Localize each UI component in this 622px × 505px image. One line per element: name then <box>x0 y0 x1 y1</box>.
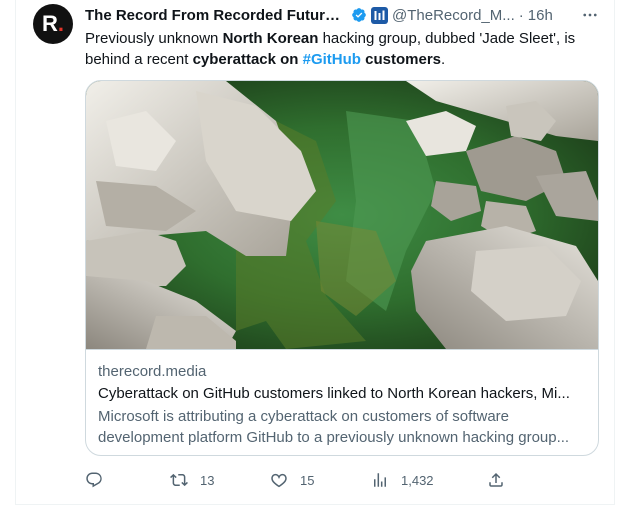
avatar[interactable]: R. <box>33 4 73 44</box>
tweet-header: The Record From Recorded Future ... @The… <box>85 5 602 25</box>
views-chart-icon <box>374 473 386 487</box>
retweet-button[interactable]: 13 <box>170 468 214 492</box>
hashtag-link[interactable]: #GitHub <box>303 51 361 68</box>
avatar-dot: . <box>57 11 64 36</box>
author-name[interactable]: The Record From Recorded Future ... <box>85 7 347 24</box>
tweet-text-bold: cyberattack on <box>192 51 303 68</box>
share-button[interactable] <box>487 468 505 492</box>
heart-icon <box>271 473 287 488</box>
tweet-text-bold: North Korean <box>222 30 319 47</box>
share-icon <box>489 472 503 487</box>
card-image[interactable] <box>86 81 598 349</box>
post-time[interactable]: 16h <box>528 7 553 24</box>
card-domain: therecord.media <box>98 363 207 380</box>
tweet-text-bold: customers <box>360 51 442 68</box>
tweet-text-plain: Previously unknown <box>85 30 223 47</box>
avatar-letter: R <box>41 11 58 36</box>
like-count: 15 <box>300 472 315 488</box>
more-options-icon[interactable] <box>578 5 602 25</box>
retweet-icon <box>170 473 188 487</box>
card-body[interactable]: therecord.media Cyberattack on GitHub cu… <box>86 349 598 455</box>
reply-button[interactable] <box>85 468 115 492</box>
affiliate-bars-icon <box>374 10 385 20</box>
reply-icon <box>86 472 102 488</box>
retweet-count: 13 <box>200 472 215 488</box>
card-description: Microsoft is attributing a cyberattack o… <box>98 406 586 448</box>
tweet-text: Previously unknown North Korean hacking … <box>85 28 605 70</box>
card-description-line: development platform GitHub to a previou… <box>98 429 570 446</box>
like-button[interactable]: 15 <box>270 468 314 492</box>
time-separator: · <box>518 6 524 24</box>
tweet[interactable]: R. The Record From Recorded Future ... @… <box>15 0 615 505</box>
card-title: Cyberattack on GitHub customers linked t… <box>98 385 570 402</box>
verified-badge-icon[interactable] <box>351 7 367 23</box>
affiliate-logo-icon[interactable] <box>371 6 388 24</box>
card-description-line: Microsoft is attributing a cyberattack o… <box>98 408 509 425</box>
action-bar: 13 15 1,432 <box>85 468 515 492</box>
tweet-text-plain: . <box>441 51 446 68</box>
link-preview-card[interactable]: therecord.media Cyberattack on GitHub cu… <box>85 80 599 456</box>
views-count: 1,432 <box>401 472 434 488</box>
views-button[interactable]: 1,432 <box>371 468 434 492</box>
author-handle[interactable]: @TheRecord_M... <box>392 7 515 24</box>
